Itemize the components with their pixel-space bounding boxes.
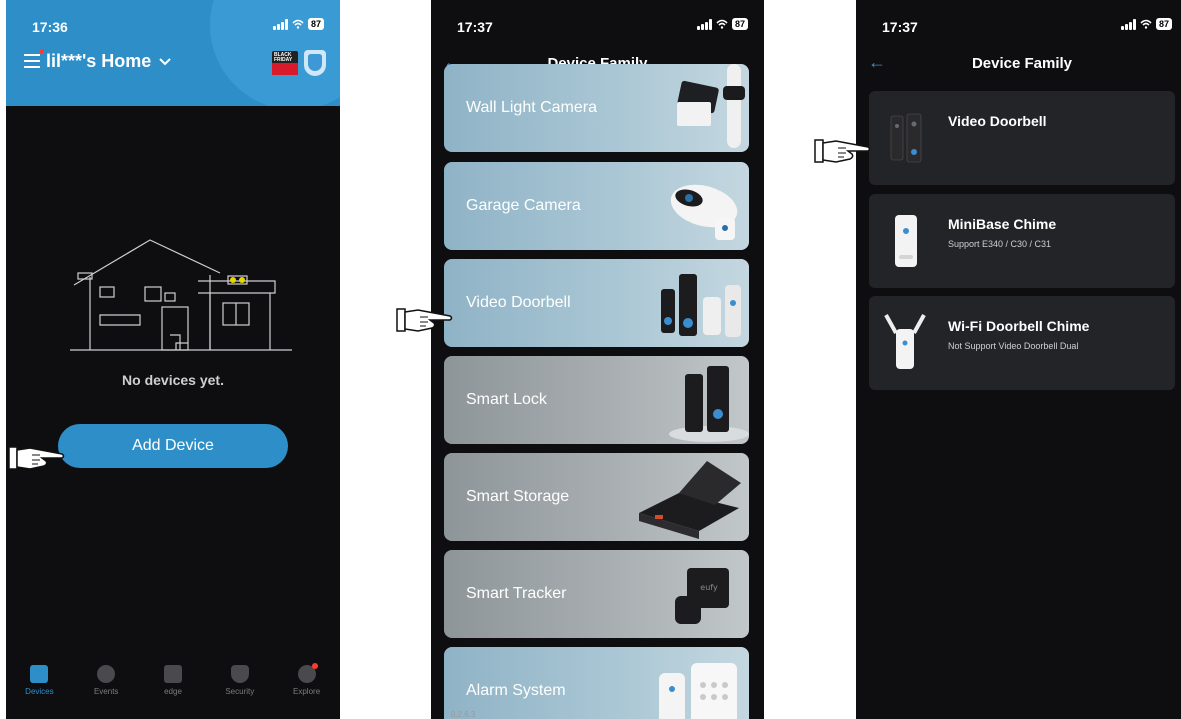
- device-name: MiniBase Chime: [948, 216, 1057, 232]
- add-device-button[interactable]: Add Device: [58, 424, 288, 468]
- status-bar: 17:37 87: [856, 0, 1181, 40]
- tab-explore[interactable]: Explore: [273, 659, 340, 719]
- category-card-video-doorbell[interactable]: Video Doorbell: [444, 259, 749, 347]
- wifi-icon: [1140, 19, 1152, 29]
- smart-tracker-image: eufy: [675, 568, 729, 624]
- security-shield-icon[interactable]: [304, 50, 326, 76]
- device-subtitle: Support E340 / C30 / C31: [948, 239, 1052, 249]
- tab-events[interactable]: Events: [73, 659, 140, 719]
- video-doorbell-family-screen: 17:37 87 ← Device Family Video Doorbell: [856, 0, 1181, 719]
- compass-icon: [297, 663, 318, 683]
- minibase-chime-thumbnail: [895, 215, 917, 267]
- category-card-garage-camera[interactable]: Garage Camera: [444, 162, 749, 250]
- category-card-alarm-system[interactable]: Alarm System: [444, 647, 749, 719]
- device-name: Wi-Fi Doorbell Chime: [948, 318, 1090, 334]
- nav-bar: ← Device Family: [856, 40, 1181, 82]
- wall-light-camera-image: [677, 64, 745, 148]
- smart-storage-image: [639, 461, 741, 539]
- black-friday-promo-icon[interactable]: BLACK FRIDAY: [272, 51, 298, 75]
- shield-icon: [230, 665, 249, 683]
- battery-icon: 87: [731, 18, 748, 30]
- pointing-hand-icon: [8, 446, 65, 470]
- tab-devices[interactable]: Devices: [6, 659, 73, 719]
- page-title: Device Family: [971, 55, 1073, 72]
- cellular-signal-icon: [1120, 18, 1136, 30]
- video-doorbell-image: [661, 274, 741, 337]
- empty-state-text: No devices yet.: [122, 372, 224, 388]
- clock-icon: [97, 665, 116, 683]
- tab-security[interactable]: Security: [206, 659, 273, 719]
- wifi-doorbell-chime-thumbnail: [884, 314, 926, 369]
- device-item-minibase-chime[interactable]: MiniBase Chime Support E340 / C30 / C31: [869, 194, 1175, 288]
- alarm-system-image: [659, 663, 737, 719]
- ai-chip-icon: [163, 665, 182, 683]
- menu-icon[interactable]: [24, 54, 40, 68]
- svg-text:eufy: eufy: [700, 583, 718, 592]
- cellular-signal-icon: [696, 18, 712, 30]
- device-item-video-doorbell[interactable]: Video Doorbell: [869, 91, 1175, 185]
- device-item-wifi-doorbell-chime[interactable]: Wi-Fi Doorbell Chime Not Support Video D…: [869, 296, 1175, 390]
- build-version: 0.2.6.3: [451, 710, 476, 719]
- status-time: 17:36: [32, 19, 68, 35]
- category-card-wall-light-camera[interactable]: Wall Light Camera: [444, 64, 749, 152]
- house-icon: [30, 665, 49, 683]
- wifi-icon: [292, 19, 304, 29]
- video-doorbell-thumbnail: [890, 113, 922, 163]
- smart-lock-image: [669, 366, 749, 442]
- home-title: lil***'s Home: [46, 51, 152, 71]
- cellular-signal-icon: [272, 18, 288, 30]
- bottom-tab-bar: Devices Events edge Security Explore: [6, 659, 340, 719]
- category-card-smart-lock[interactable]: Smart Lock: [444, 356, 749, 444]
- pointing-hand-icon: [396, 308, 453, 332]
- status-bar: 17:37 87: [431, 0, 764, 40]
- wifi-icon: [716, 19, 728, 29]
- category-card-smart-storage[interactable]: Smart Storage: [444, 453, 749, 541]
- tab-edge[interactable]: edge: [140, 659, 207, 719]
- status-bar: 17:36 87: [6, 0, 340, 40]
- garage-camera-image: [670, 184, 738, 240]
- chevron-down-icon: [159, 58, 172, 66]
- status-time: 17:37: [882, 19, 918, 35]
- device-name: Video Doorbell: [948, 113, 1047, 129]
- battery-icon: 87: [307, 18, 324, 30]
- status-time: 17:37: [457, 19, 493, 35]
- notification-dot: [39, 49, 44, 54]
- home-selector[interactable]: lil***'s Home: [46, 51, 172, 72]
- device-subtitle: Not Support Video Doorbell Dual: [948, 341, 1079, 351]
- home-screen: 17:36 87 lil***'s Home BLACK FRIDAY No d…: [6, 0, 340, 719]
- pointing-hand-icon: [814, 139, 871, 163]
- battery-icon: 87: [1155, 18, 1172, 30]
- device-family-screen: 17:37 87 ← Device Family Wall Light Came…: [431, 0, 764, 719]
- category-card-smart-tracker[interactable]: Smart Tracker eufy: [444, 550, 749, 638]
- empty-house-illustration: [70, 239, 292, 351]
